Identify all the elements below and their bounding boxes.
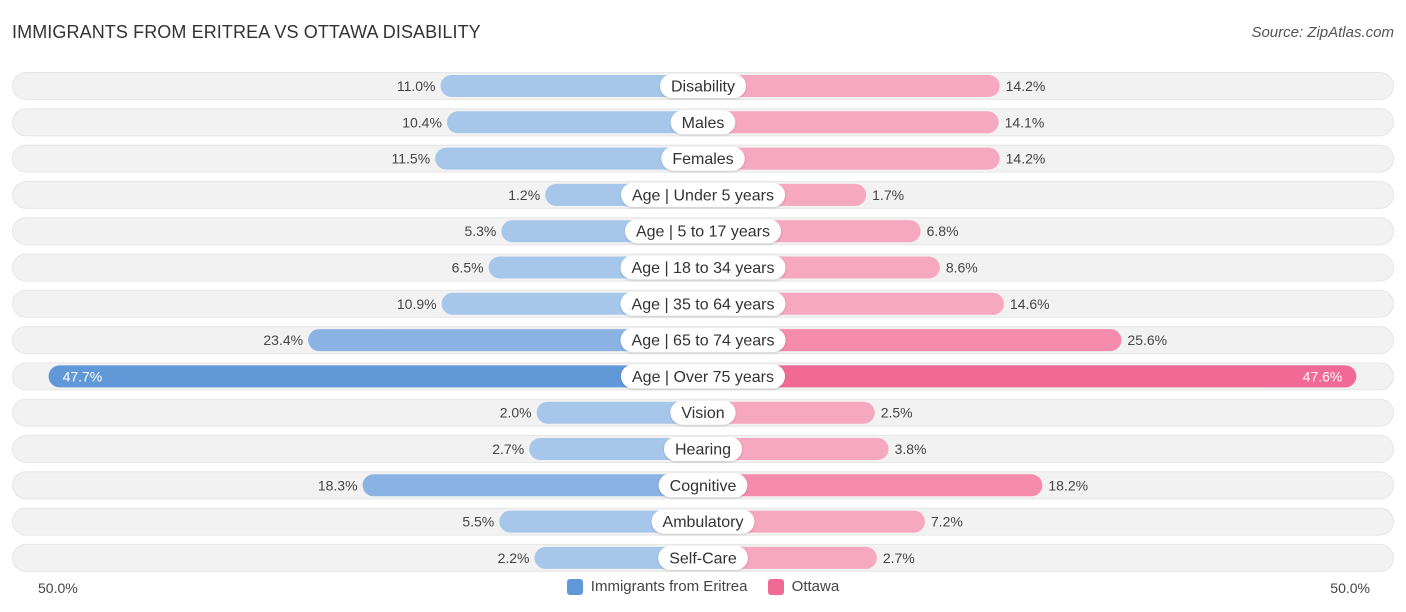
value-label-ottawa: 25.6% xyxy=(1127,332,1167,348)
bar-row: Age | 65 to 74 years 23.4% 25.6% xyxy=(12,326,1394,355)
category-label: Age | 65 to 74 years xyxy=(632,333,775,350)
bar-eritrea xyxy=(362,474,703,497)
value-label-ottawa: 14.2% xyxy=(1006,151,1046,167)
category-label: Vision xyxy=(681,405,724,422)
value-label-ottawa: 1.7% xyxy=(872,187,904,203)
value-label-eritrea: 10.9% xyxy=(397,296,437,312)
value-label-eritrea: 6.5% xyxy=(452,260,484,276)
value-label-ottawa: 14.1% xyxy=(1005,114,1045,130)
bar-row: Ambulatory 5.5% 7.2% xyxy=(12,507,1394,536)
legend-swatch-ottawa xyxy=(767,578,784,595)
bar-row: Disability 11.0% 14.2% xyxy=(12,72,1394,100)
value-label-eritrea: 18.3% xyxy=(318,477,358,493)
bar-row: Age | Over 75 years 47.7% 47.6% xyxy=(12,362,1394,391)
value-label-eritrea: 10.4% xyxy=(402,114,442,130)
legend-item-ottawa: Ottawa xyxy=(767,578,840,595)
bar-row: Age | Under 5 years 1.2% 1.7% xyxy=(12,180,1394,209)
category-label: Ambulatory xyxy=(663,514,744,531)
value-label-ottawa: 18.2% xyxy=(1048,477,1088,493)
value-label-ottawa: 14.6% xyxy=(1010,296,1050,312)
value-label-eritrea: 1.2% xyxy=(508,187,540,203)
bar-row: Females 11.5% 14.2% xyxy=(12,144,1394,173)
value-label-eritrea: 47.7% xyxy=(63,368,103,384)
bar-row: Vision 2.0% 2.5% xyxy=(12,398,1394,427)
value-label-eritrea: 11.0% xyxy=(397,78,436,94)
category-label: Hearing xyxy=(675,442,731,459)
value-label-eritrea: 23.4% xyxy=(263,332,303,348)
category-label: Age | 35 to 64 years xyxy=(632,296,775,313)
bar-row: Age | 5 to 17 years 5.3% 6.8% xyxy=(12,217,1394,246)
legend-label-ottawa: Ottawa xyxy=(791,578,840,595)
category-label: Age | 18 to 34 years xyxy=(632,260,775,277)
bar-eritrea xyxy=(48,365,703,388)
value-label-ottawa: 8.6% xyxy=(946,260,978,276)
legend-item-eritrea: Immigrants from Eritrea xyxy=(566,578,748,595)
value-label-ottawa: 2.7% xyxy=(883,550,915,566)
value-label-eritrea: 5.3% xyxy=(464,223,496,239)
category-label: Disability xyxy=(671,79,735,96)
bar-row: Cognitive 18.3% 18.2% xyxy=(12,471,1394,500)
bar-ottawa xyxy=(703,111,999,134)
value-label-ottawa: 6.8% xyxy=(927,223,959,239)
category-label: Age | Under 5 years xyxy=(632,187,774,204)
bar-row: Hearing 2.7% 3.8% xyxy=(12,435,1394,463)
legend-swatch-eritrea xyxy=(566,578,583,595)
value-label-eritrea: 2.2% xyxy=(498,550,530,566)
legend: Immigrants from Eritrea Ottawa xyxy=(0,578,1406,599)
bar-ottawa xyxy=(703,147,1000,170)
bar-row: Age | 18 to 34 years 6.5% 8.6% xyxy=(12,253,1394,282)
value-label-ottawa: 2.5% xyxy=(881,405,913,421)
category-label: Cognitive xyxy=(670,478,737,495)
bar-ottawa xyxy=(703,474,1043,497)
value-label-ottawa: 3.8% xyxy=(895,441,927,457)
value-label-eritrea: 2.0% xyxy=(500,405,532,421)
bar-eritrea xyxy=(446,111,703,134)
value-label-eritrea: 2.7% xyxy=(492,441,524,457)
category-label: Age | Over 75 years xyxy=(632,369,774,386)
value-label-ottawa: 47.6% xyxy=(1303,368,1343,384)
legend-label-eritrea: Immigrants from Eritrea xyxy=(590,578,748,595)
bar-row: Males 10.4% 14.1% xyxy=(12,108,1394,137)
value-label-eritrea: 11.5% xyxy=(392,151,431,167)
category-label: Self-Care xyxy=(669,550,737,567)
bar-row: Age | 35 to 64 years 10.9% 14.6% xyxy=(12,289,1394,318)
bar-ottawa xyxy=(703,365,1357,388)
value-label-ottawa: 14.2% xyxy=(1006,78,1046,94)
bar-row: Self-Care 2.2% 2.7% xyxy=(12,543,1394,572)
bar-ottawa xyxy=(703,75,1000,97)
category-label: Males xyxy=(682,115,725,132)
value-label-eritrea: 5.5% xyxy=(462,514,494,530)
category-label: Age | 5 to 17 years xyxy=(636,224,770,241)
value-label-ottawa: 7.2% xyxy=(931,514,963,530)
diverging-bar-chart: Disability 11.0% 14.2% Males 10.4% 14.1% Femal… xyxy=(12,72,1394,572)
category-label: Females xyxy=(672,151,733,168)
